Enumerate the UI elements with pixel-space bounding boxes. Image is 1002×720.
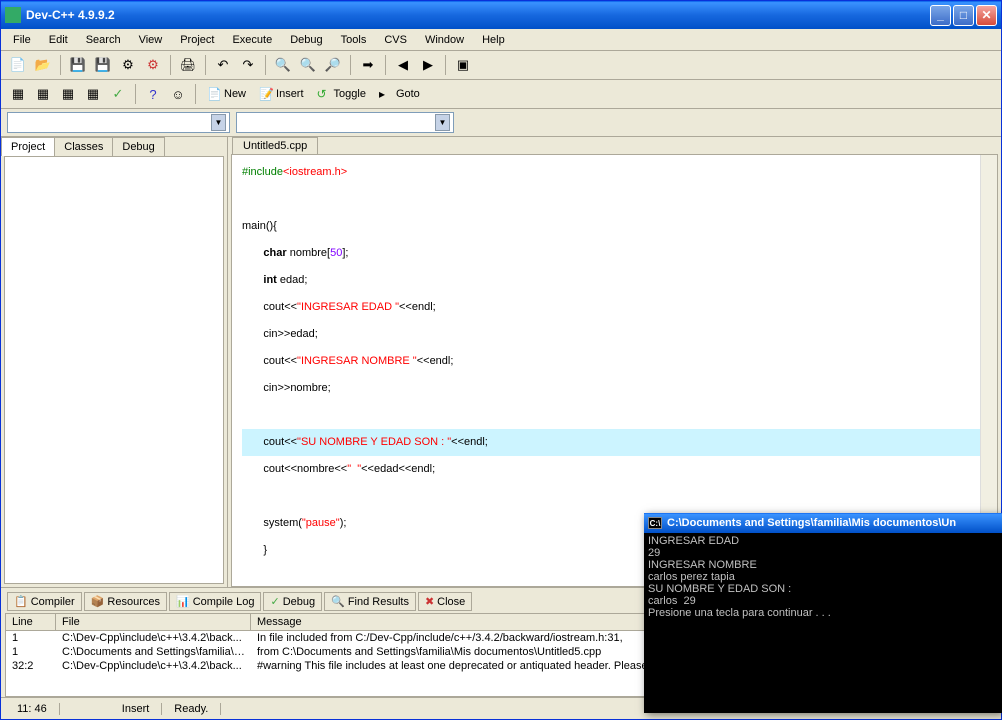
menu-help[interactable]: Help [474, 32, 513, 48]
separator [195, 84, 196, 104]
status-mode: Insert [110, 703, 163, 715]
app-icon [5, 7, 21, 23]
project-tree[interactable] [4, 156, 224, 584]
separator [60, 55, 61, 75]
goto-icon[interactable]: ➡ [357, 54, 379, 76]
run-icon[interactable]: ⚙ [142, 54, 164, 76]
function-combo[interactable]: ▼ [236, 112, 454, 133]
combo-row: ▼ ▼ [1, 109, 1001, 137]
menu-debug[interactable]: Debug [282, 32, 330, 48]
new-icon: 📄 [207, 87, 221, 101]
menu-window[interactable]: Window [417, 32, 472, 48]
col-line[interactable]: Line [6, 614, 56, 630]
save-icon[interactable]: 💾 [67, 54, 89, 76]
about-icon[interactable]: ☺ [167, 83, 189, 105]
undo-icon[interactable]: ↶ [212, 54, 234, 76]
separator [385, 55, 386, 75]
grid4-icon[interactable]: ▦ [82, 83, 104, 105]
chevron-down-icon: ▼ [435, 114, 450, 131]
sidebar-tabs: Project Classes Debug [1, 137, 227, 156]
separator [445, 55, 446, 75]
sidebar: Project Classes Debug [1, 137, 228, 587]
log-icon: 📊 [176, 595, 190, 608]
goto-bmk-icon: ▸ [379, 87, 393, 101]
chevron-down-icon: ▼ [211, 114, 226, 131]
find-next-icon[interactable]: 🔎 [322, 54, 344, 76]
menu-edit[interactable]: Edit [41, 32, 76, 48]
editor-tabs: Untitled5.cpp [228, 137, 1001, 154]
status-position: 11: 46 [5, 703, 60, 715]
tab-compile-log[interactable]: 📊Compile Log [169, 592, 261, 611]
menu-cvs[interactable]: CVS [376, 32, 415, 48]
close-icon: ✖ [425, 595, 434, 608]
separator [350, 55, 351, 75]
insert-button[interactable]: 📝Insert [254, 83, 309, 105]
sidebar-tab-debug[interactable]: Debug [112, 137, 164, 156]
save-all-icon[interactable]: 💾 [92, 54, 114, 76]
separator [170, 55, 171, 75]
find-icon[interactable]: 🔍 [272, 54, 294, 76]
insert-icon: 📝 [259, 87, 273, 101]
next-icon[interactable]: ▶ [417, 54, 439, 76]
replace-icon[interactable]: 🔍 [297, 54, 319, 76]
grid2-icon[interactable]: ▦ [32, 83, 54, 105]
tab-find-results[interactable]: 🔍Find Results [324, 592, 416, 611]
new-button[interactable]: 📄New [202, 83, 251, 105]
console-output: INGRESAR EDAD 29 INGRESAR NOMBRE carlos … [644, 533, 1002, 621]
class-combo[interactable]: ▼ [7, 112, 230, 133]
separator [135, 84, 136, 104]
console-window[interactable]: C:\ C:\Documents and Settings\familia\Mi… [644, 513, 1002, 713]
prev-icon[interactable]: ◀ [392, 54, 414, 76]
close-button[interactable]: ✕ [976, 5, 997, 26]
compiler-icon: 📋 [14, 595, 28, 608]
resources-icon: 📦 [91, 595, 105, 608]
console-titlebar[interactable]: C:\ C:\Documents and Settings\familia\Mi… [644, 513, 1002, 533]
find-results-icon: 🔍 [331, 595, 345, 608]
col-file[interactable]: File [56, 614, 251, 630]
menu-file[interactable]: File [5, 32, 39, 48]
tab-resources[interactable]: 📦Resources [84, 592, 167, 611]
titlebar[interactable]: Dev-C++ 4.9.9.2 _ □ ✕ [1, 1, 1001, 29]
menubar: File Edit Search View Project Execute De… [1, 29, 1001, 51]
menu-execute[interactable]: Execute [224, 32, 280, 48]
open-icon[interactable]: 📂 [32, 54, 54, 76]
compile-icon[interactable]: ⚙ [117, 54, 139, 76]
sidebar-tab-classes[interactable]: Classes [54, 137, 113, 156]
tab-close[interactable]: ✖Close [418, 592, 472, 611]
menu-search[interactable]: Search [78, 32, 129, 48]
toolbar-2: ▦ ▦ ▦ ▦ ✓ ? ☺ 📄New 📝Insert ↺Toggle ▸Goto [1, 80, 1001, 109]
tab-debug[interactable]: ✓Debug [263, 592, 322, 611]
redo-icon[interactable]: ↷ [237, 54, 259, 76]
toolbar-1: 📄 📂 💾 💾 ⚙ ⚙ 🖨 ↶ ↷ 🔍 🔍 🔎 ➡ ◀ ▶ ▣ [1, 51, 1001, 80]
tab-compiler[interactable]: 📋Compiler [7, 592, 82, 611]
minimize-button[interactable]: _ [930, 5, 951, 26]
print-icon[interactable]: 🖨 [177, 54, 199, 76]
window-title: Dev-C++ 4.9.9.2 [26, 8, 928, 22]
grid1-icon[interactable]: ▦ [7, 83, 29, 105]
help-icon[interactable]: ? [142, 83, 164, 105]
maximize-button[interactable]: □ [953, 5, 974, 26]
editor-tab[interactable]: Untitled5.cpp [232, 137, 318, 154]
cmd-icon: C:\ [648, 517, 662, 529]
menu-tools[interactable]: Tools [333, 32, 375, 48]
menu-project[interactable]: Project [172, 32, 222, 48]
debug-icon: ✓ [270, 595, 279, 608]
menu-view[interactable]: View [131, 32, 171, 48]
console-title-text: C:\Documents and Settings\familia\Mis do… [667, 517, 956, 529]
toggle-icon: ↺ [317, 87, 331, 101]
separator [265, 55, 266, 75]
toggle-button[interactable]: ↺Toggle [312, 83, 371, 105]
check-icon[interactable]: ✓ [107, 83, 129, 105]
new-file-icon[interactable]: 📄 [7, 54, 29, 76]
separator [205, 55, 206, 75]
goto-button[interactable]: ▸Goto [374, 83, 425, 105]
sidebar-tab-project[interactable]: Project [1, 137, 55, 156]
grid3-icon[interactable]: ▦ [57, 83, 79, 105]
shell-icon[interactable]: ▣ [452, 54, 474, 76]
status-state: Ready. [162, 703, 221, 715]
